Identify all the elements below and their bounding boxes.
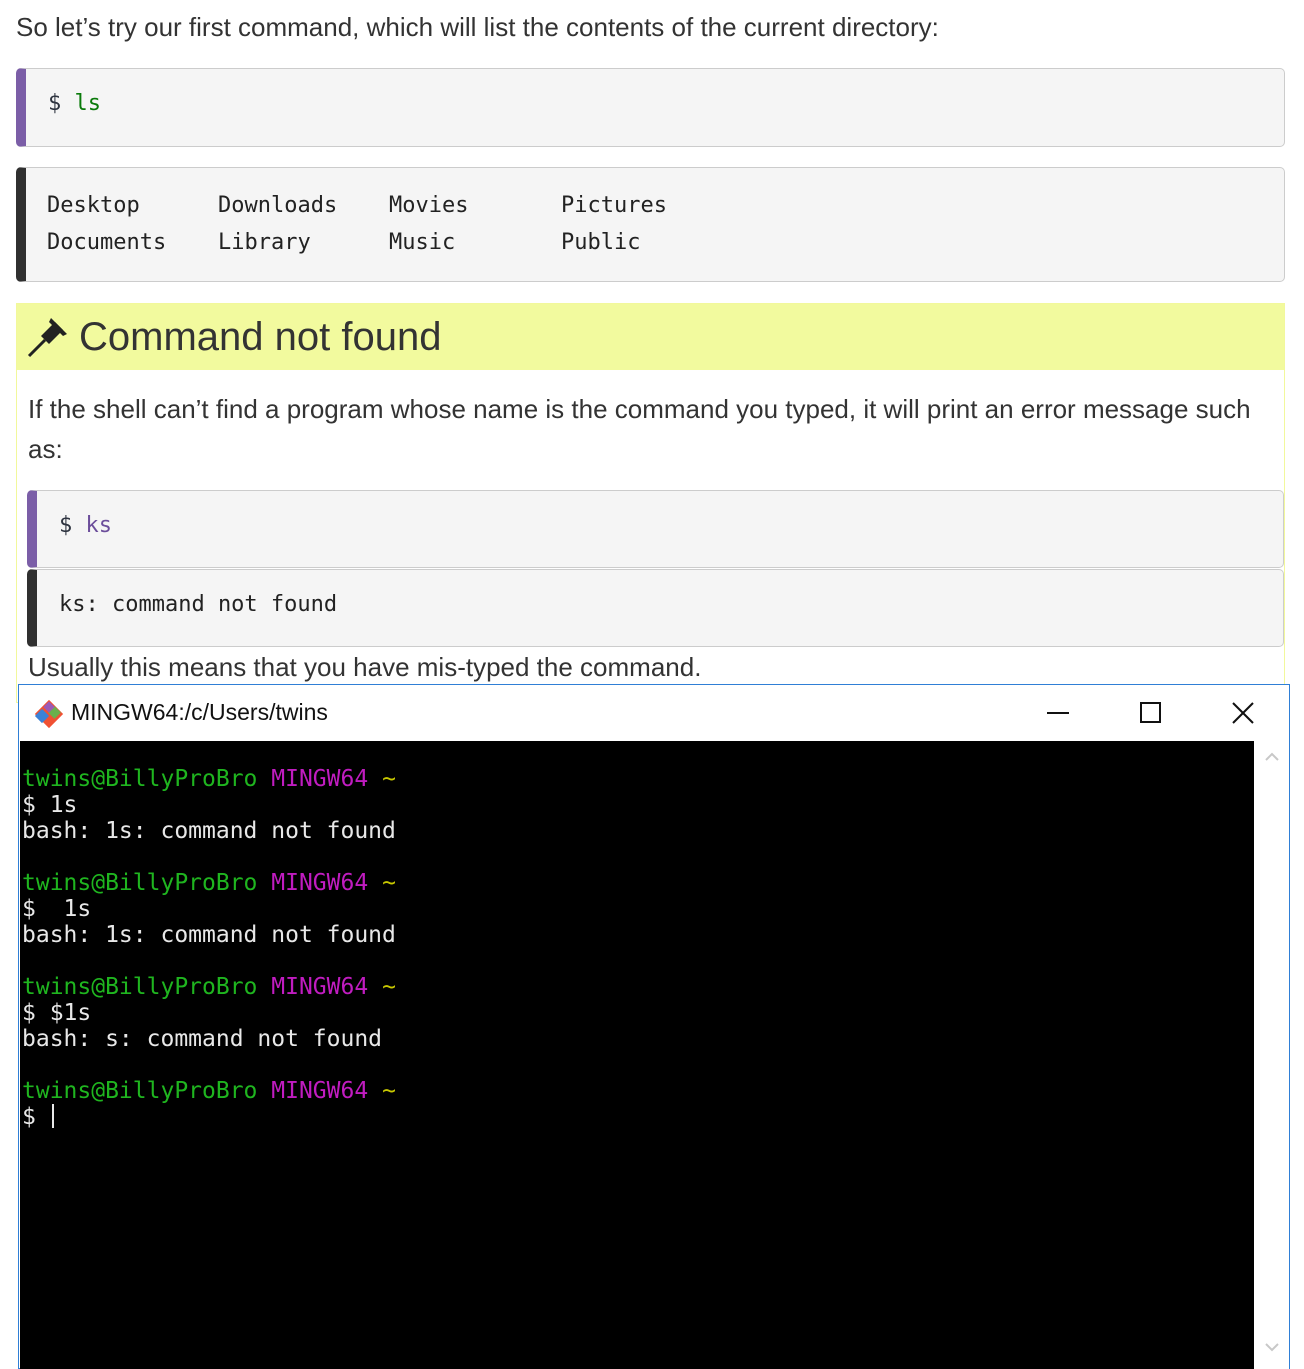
close-button[interactable] [1197,685,1289,741]
prompt-env: MINGW64 [271,766,369,792]
input-line: $ 1s [22,792,78,818]
prompt-line: twins@BillyProBro MINGW64 ~ [22,974,396,1000]
prompt-dir: ~ [382,870,396,896]
output-line: bash: 1s: command not found [22,922,396,948]
callout-title: Command not found [79,314,442,359]
output-item: Downloads [218,193,338,218]
prompt-line: twins@BillyProBro MINGW64 ~ [22,870,396,896]
callout-after-text: Usually this means that you have mis-typ… [28,652,702,682]
terminal-content[interactable]: twins@BillyProBro MINGW64 ~ $ 1s bash: 1… [20,741,1254,1369]
prompt-dir: ~ [382,766,396,792]
prompt-symbol: $ [48,91,62,116]
intro-paragraph: So let’s try our first command, which wi… [16,12,939,42]
prompt-env: MINGW64 [271,870,369,896]
output-item: Documents [47,230,167,255]
code-line: $ ks [59,513,112,538]
title-bar[interactable]: MINGW64:/c/Users/twins [19,685,1289,741]
output-item: Library [218,230,311,255]
output-block-ls: Desktop Documents Downloads Library Movi… [16,167,1285,282]
prompt-user: twins@BillyProBro [22,974,258,1000]
minimize-icon [1047,712,1069,714]
vertical-scrollbar[interactable] [1254,741,1289,1369]
window-title: MINGW64:/c/Users/twins [71,699,328,725]
output-item: Desktop [47,193,140,218]
prompt-line: twins@BillyProBro MINGW64 ~ [22,766,396,792]
code-block-ls: $ ls [16,68,1285,147]
command-text: ks [85,513,113,538]
close-icon [1232,702,1254,724]
scroll-down-icon[interactable] [1264,1341,1280,1353]
output-item: Pictures [561,193,667,218]
input-line: $ 1s [22,896,92,922]
prompt-user: twins@BillyProBro [22,1078,258,1104]
output-block-ks: ks: command not found [27,569,1284,647]
prompt-dir: ~ [382,974,396,1000]
text-cursor [51,1104,54,1128]
code-line: $ ls [48,91,101,116]
output-item: Movies [389,193,469,218]
maximize-button[interactable] [1105,685,1197,741]
prompt-symbol: $ [59,513,73,538]
output-item: Public [561,230,641,255]
prompt-dir: ~ [382,1078,396,1104]
output-line: bash: 1s: command not found [22,818,396,844]
git-bash-icon [34,699,64,729]
output-text: ks: command not found [59,592,338,617]
prompt-line: twins@BillyProBro MINGW64 ~ [22,1078,396,1104]
scroll-up-icon[interactable] [1264,751,1280,763]
input-line: $ $1s [22,1000,92,1026]
command-text: ls [74,91,102,116]
pushpin-icon [27,318,67,358]
prompt-user: twins@BillyProBro [22,766,258,792]
callout-text: If the shell can’t find a program whose … [28,394,1251,464]
minimize-button[interactable] [1013,685,1105,741]
prompt-user: twins@BillyProBro [22,870,258,896]
prompt-env: MINGW64 [271,974,369,1000]
callout-header: Command not found [17,304,1284,370]
input-line: $ [22,1104,50,1130]
callout-command-not-found: Command not found If the shell can’t fin… [16,303,1285,703]
prompt-env: MINGW64 [271,1078,369,1104]
output-line: bash: s: command not found [22,1026,383,1052]
code-block-ks: $ ks [27,490,1284,568]
terminal-window[interactable]: MINGW64:/c/Users/twins twins@BillyProBro… [18,684,1290,1369]
maximize-icon [1140,702,1161,723]
terminal-text[interactable]: twins@BillyProBro MINGW64 ~ $ 1s bash: 1… [22,766,396,1130]
output-item: Music [389,230,456,255]
